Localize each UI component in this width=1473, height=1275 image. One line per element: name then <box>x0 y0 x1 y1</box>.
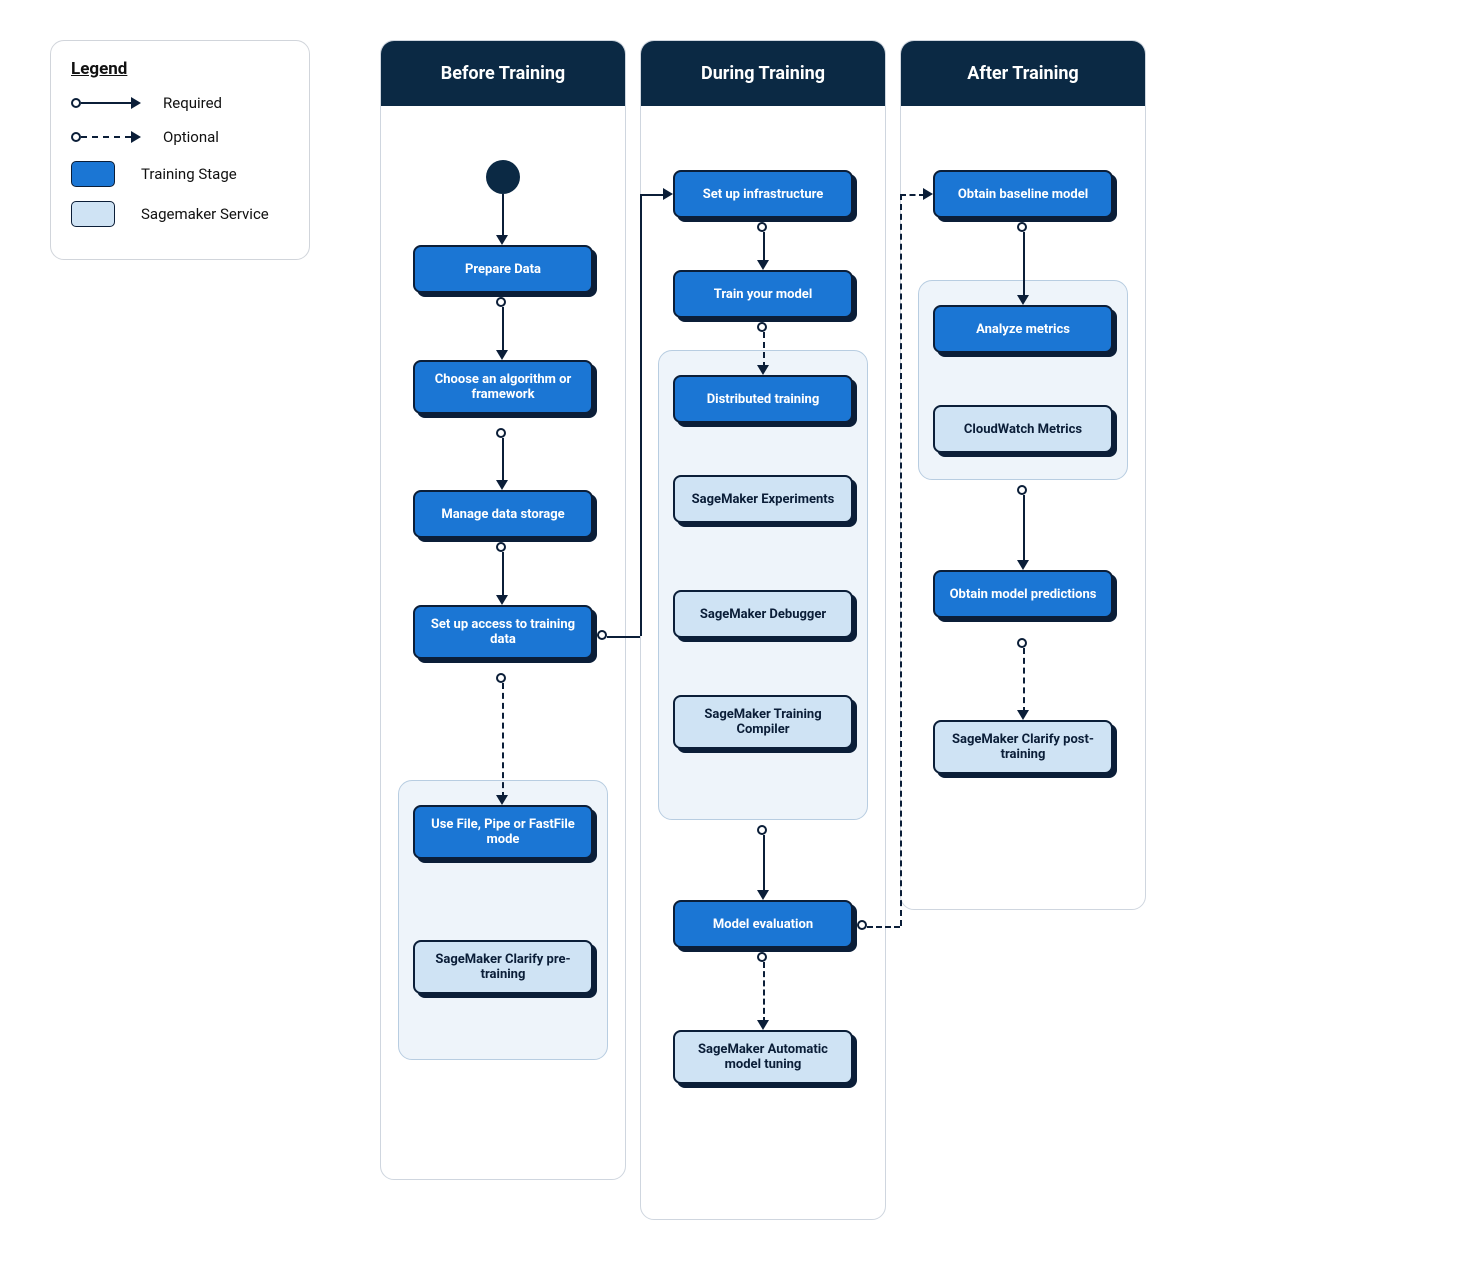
arrow-icon <box>757 890 769 900</box>
node-clarify-post: SageMaker Clarify post-training <box>933 720 1113 774</box>
node-manage-storage: Manage data storage <box>413 490 593 538</box>
connector <box>502 307 504 353</box>
connector-port <box>496 297 506 307</box>
service-swatch-icon <box>71 201 115 227</box>
node-sagemaker-debugger: SageMaker Debugger <box>673 590 853 638</box>
connector-port <box>496 428 506 438</box>
node-file-mode: Use File, Pipe or FastFile mode <box>413 805 593 859</box>
connector <box>502 194 504 238</box>
connector-optional <box>900 194 902 926</box>
connector-port <box>757 825 767 835</box>
connector-port <box>597 630 607 640</box>
start-node-icon <box>486 160 520 194</box>
node-cloudwatch-metrics: CloudWatch Metrics <box>933 405 1113 453</box>
arrow-icon <box>923 188 933 200</box>
connector-port <box>1017 485 1027 495</box>
legend-service-row: Sagemaker Service <box>71 201 289 227</box>
arrow-icon <box>496 235 508 245</box>
column-after-header: After Training <box>901 41 1145 106</box>
connector-port <box>496 542 506 552</box>
node-sagemaker-experiments: SageMaker Experiments <box>673 475 853 523</box>
stage-swatch-icon <box>71 161 115 187</box>
node-distributed-training: Distributed training <box>673 375 853 423</box>
legend-title: Legend <box>71 59 289 79</box>
connector-optional <box>1023 648 1025 713</box>
connector-port <box>857 920 867 930</box>
node-analyze-metrics: Analyze metrics <box>933 305 1113 353</box>
connector-optional <box>763 332 765 368</box>
node-training-compiler: SageMaker Training Compiler <box>673 695 853 749</box>
node-prepare-data: Prepare Data <box>413 245 593 293</box>
arrow-icon <box>757 260 769 270</box>
node-choose-algorithm: Choose an algorithm or framework <box>413 360 593 414</box>
legend-stage-label: Training Stage <box>141 165 237 183</box>
column-before-header: Before Training <box>381 41 625 106</box>
arrow-icon <box>1017 710 1029 720</box>
connector <box>640 194 642 636</box>
connector <box>502 552 504 598</box>
node-obtain-predictions: Obtain model predictions <box>933 570 1113 618</box>
optional-arrow-icon <box>71 127 141 147</box>
diagram-canvas: Legend Required Optional Training Stage … <box>30 30 1190 1230</box>
column-during-header: During Training <box>641 41 885 106</box>
node-clarify-pre: SageMaker Clarify pre-training <box>413 940 593 994</box>
arrow-icon <box>496 595 508 605</box>
connector-optional <box>763 962 765 1023</box>
connector <box>763 232 765 263</box>
connector-port <box>1017 638 1027 648</box>
legend-optional-row: Optional <box>71 127 289 147</box>
connector-port <box>757 322 767 332</box>
legend-required-label: Required <box>163 94 222 112</box>
legend-panel: Legend Required Optional Training Stage … <box>50 40 310 260</box>
arrow-icon <box>1017 295 1029 305</box>
arrow-icon <box>757 1020 769 1030</box>
arrow-icon <box>1017 560 1029 570</box>
connector <box>640 194 665 196</box>
node-model-evaluation: Model evaluation <box>673 900 853 948</box>
connector <box>502 438 504 483</box>
arrow-icon <box>496 480 508 490</box>
legend-required-row: Required <box>71 93 289 113</box>
connector-optional <box>867 926 900 928</box>
connector-port <box>757 952 767 962</box>
connector <box>763 835 765 893</box>
node-obtain-baseline: Obtain baseline model <box>933 170 1113 218</box>
node-auto-model-tuning: SageMaker Automatic model tuning <box>673 1030 853 1084</box>
arrow-icon <box>663 188 673 200</box>
connector-port <box>496 673 506 683</box>
connector-optional <box>900 194 925 196</box>
arrow-icon <box>496 795 508 805</box>
connector-port <box>757 222 767 232</box>
connector-port <box>1017 222 1027 232</box>
required-arrow-icon <box>71 93 141 113</box>
connector <box>607 636 640 638</box>
connector <box>1023 232 1025 298</box>
arrow-icon <box>496 350 508 360</box>
legend-service-label: Sagemaker Service <box>141 205 269 223</box>
connector-optional <box>502 683 504 798</box>
node-setup-infrastructure: Set up infrastructure <box>673 170 853 218</box>
legend-stage-row: Training Stage <box>71 161 289 187</box>
node-train-model: Train your model <box>673 270 853 318</box>
connector <box>1023 495 1025 563</box>
arrow-icon <box>757 365 769 375</box>
node-setup-access: Set up access to training data <box>413 605 593 659</box>
legend-optional-label: Optional <box>163 128 219 146</box>
